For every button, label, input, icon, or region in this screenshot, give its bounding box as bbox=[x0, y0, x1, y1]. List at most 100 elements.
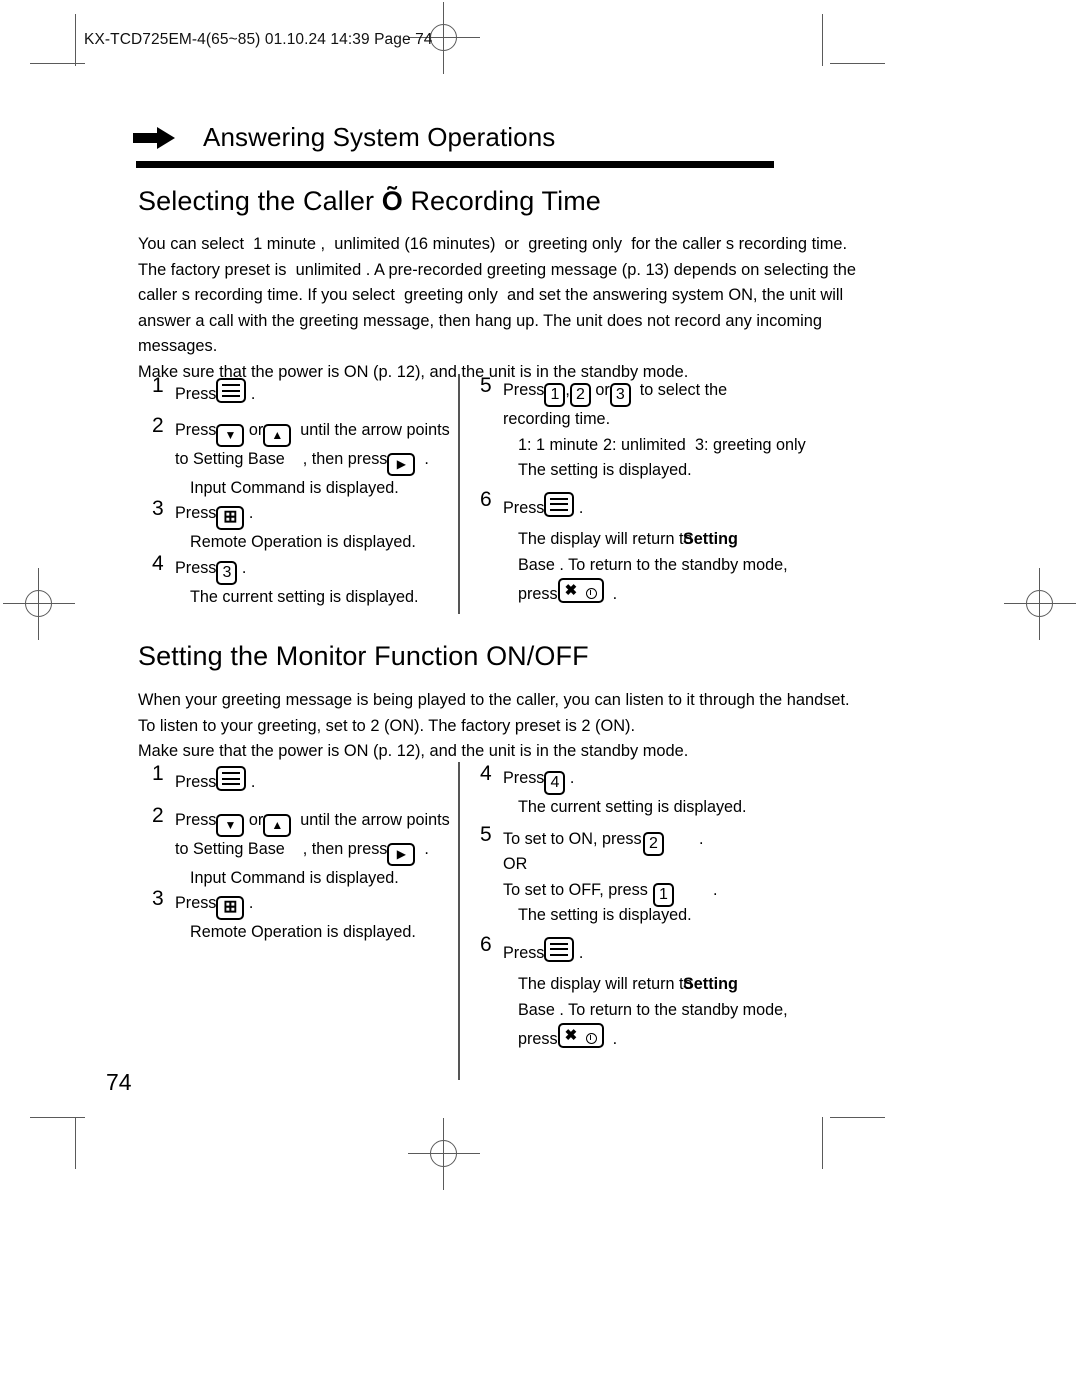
press-label: Press bbox=[503, 381, 545, 399]
setting-base-label: to Setting Base bbox=[175, 839, 285, 858]
or-label: or bbox=[248, 420, 264, 439]
step-note-press-off: press ✖ . bbox=[518, 1023, 810, 1053]
registration-hline bbox=[3, 603, 75, 604]
step-tail: to select the bbox=[639, 381, 728, 399]
setting-label: Setting bbox=[683, 530, 738, 548]
power-off-key-icon[interactable]: ✖ bbox=[557, 1023, 604, 1048]
registration-vline bbox=[443, 2, 444, 74]
step-item: 4 Press 4 . The current setting is displa… bbox=[480, 762, 810, 821]
hash-key-icon[interactable]: ⊞ bbox=[216, 506, 245, 530]
digit-key-3-icon[interactable]: 3 bbox=[609, 383, 631, 407]
digit-key-1-icon[interactable]: 1 bbox=[544, 383, 566, 407]
right-arrow-key-icon[interactable]: ▶ bbox=[387, 452, 416, 476]
period: . bbox=[248, 894, 254, 912]
press-label: press bbox=[518, 585, 558, 603]
press-label: Press bbox=[175, 420, 217, 439]
press-label: Press bbox=[175, 773, 217, 791]
digit-key-1-icon[interactable]: 1 bbox=[653, 882, 674, 907]
press-label: Press bbox=[503, 943, 545, 962]
digit-key-2-icon[interactable]: 2 bbox=[643, 831, 664, 856]
page-number: 74 bbox=[106, 1069, 132, 1095]
menu-key-icon[interactable] bbox=[216, 766, 247, 791]
period: . bbox=[250, 385, 256, 403]
option-unlimited: 2: unlimited bbox=[603, 435, 686, 454]
step-item: 4 Press 3 . The current setting is displa… bbox=[152, 552, 452, 611]
section-2-body: When your greeting message is being play… bbox=[138, 691, 850, 760]
step-tail: until the arrow points bbox=[300, 420, 450, 439]
step-note: The current setting is displayed. bbox=[518, 798, 747, 816]
period: . bbox=[424, 449, 429, 468]
section-1-body: You can select 1 minute , unlimited (16 … bbox=[138, 235, 856, 381]
step-number: 2 bbox=[152, 413, 164, 437]
right-arrow-key-icon[interactable]: ▶ bbox=[387, 842, 416, 866]
step-item: 2 Press ▼ or ▲ until the arrow points to S… bbox=[152, 414, 452, 502]
option-greeting-only: 3: greeting only bbox=[695, 435, 806, 454]
step-tail: until the arrow points bbox=[300, 810, 450, 829]
step-note: The setting is displayed. bbox=[518, 906, 692, 924]
period: . bbox=[424, 839, 429, 858]
down-arrow-key-icon[interactable]: ▼ bbox=[216, 423, 245, 447]
print-imprint-line: KX-TCD725EM-4(65~85) 01.10.24 14:39 Page… bbox=[84, 31, 433, 48]
step-text: Press . bbox=[175, 766, 452, 796]
section-2-heading: Setting the Monitor Function ON/OFF bbox=[138, 641, 589, 671]
step-number: 4 bbox=[152, 551, 164, 575]
section-1-heading-glyph: Õ bbox=[381, 186, 403, 216]
setting-label: Setting bbox=[683, 975, 738, 993]
set-on-label: To set to ON, press bbox=[503, 829, 642, 848]
step-text: Press 1, 2 or 3 to select the bbox=[503, 378, 810, 407]
period: . bbox=[612, 585, 618, 603]
crop-mark-tl-h bbox=[30, 63, 85, 64]
set-off-label: To set to OFF, press bbox=[503, 880, 648, 899]
section-2-steps-right: 4 Press 4 . The current setting is displa… bbox=[480, 762, 810, 1053]
or-line: OR bbox=[503, 855, 528, 873]
registration-mark-left bbox=[0, 564, 79, 644]
section-1-steps-left: 1 Press . 2 Press ▼ or ▲ until the arrow p… bbox=[152, 374, 452, 611]
up-arrow-key-icon[interactable]: ▲ bbox=[263, 423, 292, 447]
return-text: The display will return to bbox=[518, 530, 693, 548]
step-number: 5 bbox=[480, 822, 492, 846]
digit-key-3-icon[interactable]: 3 bbox=[216, 560, 238, 585]
crop-mark-bl-v bbox=[75, 1117, 76, 1169]
period: . bbox=[569, 769, 575, 787]
digit-key-2-icon[interactable]: 2 bbox=[569, 383, 591, 407]
setting-base-label: to Setting Base bbox=[175, 449, 285, 468]
step-text: Press . bbox=[503, 491, 810, 522]
digit-key-4-icon[interactable]: 4 bbox=[544, 771, 566, 795]
period: . bbox=[578, 498, 584, 517]
press-label: Press bbox=[175, 385, 217, 403]
step-note: Remote Operation is displayed. bbox=[190, 533, 416, 551]
step-number: 3 bbox=[152, 497, 164, 520]
recording-time-options: 1: 1 minute 2: unlimited 3: greeting only bbox=[518, 433, 810, 459]
hash-key-icon[interactable]: ⊞ bbox=[216, 896, 245, 920]
step-note-return: The display will return to Setting bbox=[518, 527, 810, 553]
period: . bbox=[250, 773, 256, 791]
down-arrow-key-icon[interactable]: ▼ bbox=[216, 813, 245, 837]
period: . bbox=[248, 504, 254, 522]
menu-key-icon[interactable] bbox=[544, 491, 575, 517]
press-label: Press bbox=[175, 810, 217, 829]
step-note: Input Command is displayed. bbox=[190, 868, 399, 887]
step-text: Press 4 . bbox=[503, 766, 810, 795]
step-item: 3 Press ⊞ . Remote Operation is displayed… bbox=[152, 497, 452, 556]
section-1-heading: Selecting the Caller Õ Recording Time bbox=[138, 186, 601, 217]
return-text: The display will return to bbox=[518, 975, 693, 993]
section-1-heading-pre: Selecting the Caller bbox=[138, 186, 382, 216]
step-text: Press ▼ or ▲ until the arrow points bbox=[175, 808, 452, 837]
crop-mark-tr-h bbox=[830, 63, 885, 64]
column-divider-1 bbox=[458, 374, 460, 614]
step-number: 1 bbox=[152, 762, 164, 785]
header-rule bbox=[136, 161, 774, 168]
set-off-line: To set to OFF, press 1. bbox=[503, 878, 810, 907]
option-1-minute: 1: 1 minute bbox=[518, 435, 599, 454]
power-off-key-icon[interactable]: ✖ bbox=[557, 578, 604, 603]
step-number: 3 bbox=[152, 887, 164, 910]
menu-key-icon[interactable] bbox=[544, 936, 575, 962]
crop-mark-bl-h bbox=[30, 1117, 85, 1118]
step-number: 6 bbox=[480, 487, 492, 511]
press-label: press bbox=[518, 1030, 558, 1048]
registration-vline bbox=[1039, 568, 1040, 640]
step-note-press-off: press ✖ . bbox=[518, 578, 810, 608]
up-arrow-key-icon[interactable]: ▲ bbox=[263, 813, 292, 837]
menu-key-icon[interactable] bbox=[216, 378, 247, 403]
step-text-line2: recording time. bbox=[503, 410, 611, 428]
